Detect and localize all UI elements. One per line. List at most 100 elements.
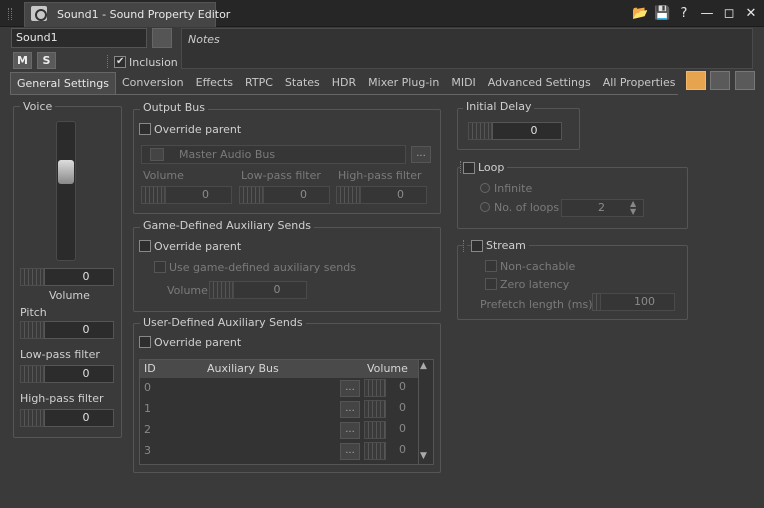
infinite-label: Infinite [494, 182, 533, 195]
table-row-id: 3 [144, 444, 151, 457]
voice-lpf-knob[interactable] [20, 365, 44, 383]
col-id[interactable]: ID [144, 360, 156, 378]
tab-general-settings[interactable]: General Settings [10, 72, 116, 94]
tab-conversion[interactable]: Conversion [116, 72, 190, 94]
output-volume-knob[interactable] [141, 186, 165, 204]
row-volume-value[interactable]: 0 [399, 380, 406, 393]
object-name-field[interactable]: Sound1 [11, 28, 147, 48]
game-volume-value[interactable]: 0 [233, 281, 307, 299]
output-lpf-label: Low-pass filter [241, 169, 321, 182]
table-row-id: 1 [144, 402, 151, 415]
object-menu-button[interactable] [152, 28, 172, 48]
tab-effects[interactable]: Effects [190, 72, 239, 94]
row-browse-button[interactable]: ... [340, 380, 360, 397]
user-override-checkbox[interactable] [139, 336, 151, 348]
minimize-icon[interactable]: — [699, 6, 715, 22]
output-hpf-knob[interactable] [336, 186, 360, 204]
pitch-label: Pitch [20, 306, 47, 319]
two-column-layout-icon[interactable] [710, 71, 730, 90]
no-of-loops-radio[interactable] [480, 202, 490, 212]
row-browse-button[interactable]: ... [340, 443, 360, 460]
voice-hpf-knob[interactable] [20, 409, 44, 427]
window-title: Sound1 - Sound Property Editor [57, 8, 231, 21]
drag-grip[interactable] [8, 8, 12, 20]
prefetch-label: Prefetch length (ms) [480, 298, 593, 311]
col-aux-bus[interactable]: Auxiliary Bus [207, 360, 279, 378]
user-sends-title: User-Defined Auxiliary Sends [140, 316, 306, 329]
loop-checkbox[interactable] [463, 162, 475, 174]
row-volume-value[interactable]: 0 [399, 443, 406, 456]
volume-knob[interactable] [20, 268, 44, 286]
row-volume-knob[interactable] [364, 379, 386, 397]
single-column-layout-icon[interactable] [686, 71, 706, 90]
notes-field[interactable]: Notes [181, 28, 753, 69]
output-hpf-label: High-pass filter [338, 169, 422, 182]
game-override-checkbox[interactable] [139, 240, 151, 252]
scroll-up-icon[interactable]: ▲ [420, 361, 427, 371]
col-volume[interactable]: Volume [367, 360, 408, 378]
stream-grip-icon [463, 240, 467, 252]
row-volume-value[interactable]: 0 [399, 401, 406, 414]
voice-lpf-label: Low-pass filter [20, 348, 100, 361]
tab-rtpc[interactable]: RTPC [239, 72, 279, 94]
game-volume-knob[interactable] [209, 281, 233, 299]
output-override-checkbox[interactable] [139, 123, 151, 135]
solo-button[interactable]: S [37, 52, 56, 69]
row-browse-button[interactable]: ... [340, 422, 360, 439]
row-volume-value[interactable]: 0 [399, 422, 406, 435]
output-volume-value[interactable]: 0 [165, 186, 232, 204]
help-icon[interactable]: ? [676, 6, 692, 22]
voice-title: Voice [20, 100, 56, 113]
tab-all-properties[interactable]: All Properties [597, 72, 682, 94]
table-row-id: 2 [144, 423, 151, 436]
voice-lpf-value[interactable]: 0 [44, 365, 114, 383]
table-row-id: 0 [144, 381, 151, 394]
tab-states[interactable]: States [279, 72, 326, 94]
volume-slider-thumb[interactable] [58, 160, 74, 184]
output-bus-title: Output Bus [140, 101, 208, 114]
row-volume-knob[interactable] [364, 400, 386, 418]
open-folder-icon[interactable]: 📂 [632, 6, 648, 22]
initial-delay-knob[interactable] [468, 122, 492, 140]
mute-button[interactable]: M [13, 52, 32, 69]
volume-value[interactable]: 0 [44, 268, 114, 286]
tab-bar: General Settings Conversion Effects RTPC… [10, 72, 703, 94]
sound-object-icon [31, 6, 47, 21]
initial-delay-value[interactable]: 0 [492, 122, 562, 140]
pitch-value[interactable]: 0 [44, 321, 114, 339]
prefetch-value[interactable]: 100 [600, 293, 675, 311]
output-lpf-value[interactable]: 0 [263, 186, 330, 204]
zero-latency-checkbox[interactable] [485, 278, 497, 290]
infinite-radio[interactable] [480, 183, 490, 193]
inclusion-checkbox[interactable] [114, 56, 126, 68]
use-game-sends-checkbox[interactable] [154, 261, 166, 273]
row-browse-button[interactable]: ... [340, 401, 360, 418]
output-hpf-value[interactable]: 0 [360, 186, 427, 204]
stream-checkbox[interactable] [471, 240, 483, 252]
loop-title: Loop [475, 161, 508, 174]
stacked-layout-icon[interactable] [735, 71, 755, 90]
close-icon[interactable]: ✕ [743, 6, 759, 22]
no-of-loops-label: No. of loops [494, 201, 560, 214]
non-cachable-checkbox[interactable] [485, 260, 497, 272]
save-icon[interactable]: 💾 [654, 6, 670, 22]
loops-stepper-icon[interactable]: ▲ ▼ [630, 200, 636, 216]
volume-slider-track[interactable] [56, 121, 76, 261]
output-bus-browse-button[interactable]: ... [411, 146, 431, 163]
table-scrollbar[interactable] [418, 360, 433, 464]
tab-mixer-plugin[interactable]: Mixer Plug-in [362, 72, 445, 94]
row-volume-knob[interactable] [364, 442, 386, 460]
tab-advanced-settings[interactable]: Advanced Settings [482, 72, 597, 94]
voice-hpf-value[interactable]: 0 [44, 409, 114, 427]
pitch-knob[interactable] [20, 321, 44, 339]
row-volume-knob[interactable] [364, 421, 386, 439]
tab-hdr[interactable]: HDR [326, 72, 362, 94]
tab-divider [10, 94, 678, 95]
output-lpf-knob[interactable] [239, 186, 263, 204]
tab-midi[interactable]: MIDI [445, 72, 481, 94]
output-override-label: Override parent [154, 123, 242, 136]
inclusion-label: Inclusion [129, 56, 178, 69]
maximize-icon[interactable]: ◻ [721, 6, 737, 22]
user-override-label: Override parent [154, 336, 242, 349]
scroll-down-icon[interactable]: ▼ [420, 451, 427, 461]
